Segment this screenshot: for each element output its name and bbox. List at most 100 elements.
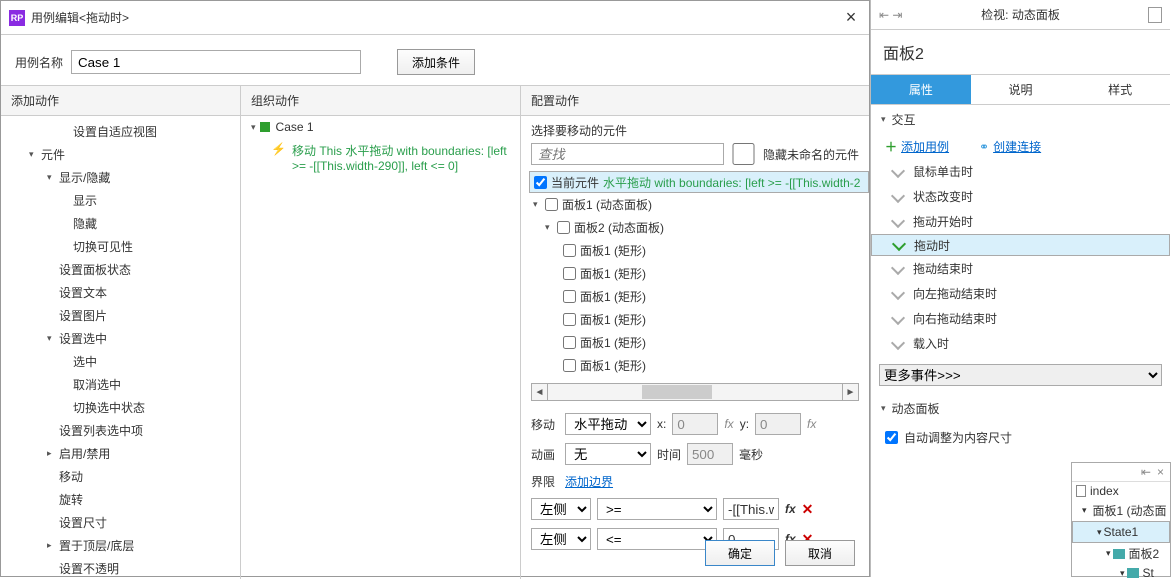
action-tree-item[interactable]: 设置不透明: [1, 557, 240, 579]
doc-icon[interactable]: [1148, 7, 1162, 23]
event-row[interactable]: 向右拖动结束时: [871, 306, 1170, 331]
ok-button[interactable]: 确定: [705, 540, 775, 566]
action-tree-item[interactable]: 设置列表选中项: [1, 419, 240, 442]
widget-rect[interactable]: 面板1 (矩形): [529, 308, 869, 331]
action-tree-item[interactable]: ▾显示/隐藏: [1, 166, 240, 189]
action-row[interactable]: ⚡ 移动 This 水平拖动 with boundaries: [left >=…: [241, 138, 520, 177]
fx-y[interactable]: fx: [807, 417, 816, 431]
interactions-section[interactable]: ▾ 交互: [871, 105, 1170, 134]
autofit-checkbox[interactable]: [885, 431, 898, 444]
fx-x[interactable]: fx: [724, 417, 733, 431]
event-row[interactable]: 鼠标单击时: [871, 159, 1170, 184]
widget-checkbox[interactable]: [563, 267, 576, 280]
event-row[interactable]: 拖动开始时: [871, 209, 1170, 234]
event-row[interactable]: 载入时: [871, 331, 1170, 356]
nav-arrows-icon[interactable]: ⇤ ⇥: [879, 8, 902, 22]
tab-style[interactable]: 样式: [1070, 75, 1170, 104]
widget-checkbox[interactable]: [563, 313, 576, 326]
action-tree-item[interactable]: 取消选中: [1, 373, 240, 396]
outline-index[interactable]: index: [1072, 482, 1170, 500]
bound-op-2[interactable]: <=: [597, 528, 717, 550]
scroll-left-icon[interactable]: ◄: [532, 384, 548, 400]
hide-unnamed-checkbox[interactable]: [732, 143, 755, 165]
action-tree-item[interactable]: 显示: [1, 189, 240, 212]
add-boundary-link[interactable]: 添加边界: [565, 473, 613, 490]
delete-bound-1[interactable]: ✕: [802, 501, 814, 518]
action-tree-item[interactable]: ▾设置选中: [1, 327, 240, 350]
event-flag-icon: [893, 166, 905, 178]
action-tree-item[interactable]: 设置自适应视图: [1, 120, 240, 143]
move-type-select[interactable]: 水平拖动: [565, 413, 651, 435]
action-tree[interactable]: 设置自适应视图▾元件▾显示/隐藏显示隐藏切换可见性设置面板状态设置文本设置图片▾…: [1, 116, 240, 579]
widget-rect[interactable]: 面板1 (矩形): [529, 331, 869, 354]
add-case-link[interactable]: ＋添加用例: [885, 138, 949, 155]
action-tree-item[interactable]: 移动: [1, 465, 240, 488]
action-tree-item[interactable]: 隐藏: [1, 212, 240, 235]
outline-collapse-icon[interactable]: ⇤: [1141, 465, 1151, 479]
event-row[interactable]: 向左拖动结束时: [871, 281, 1170, 306]
bound-side-1[interactable]: 左侧: [531, 498, 591, 520]
widget-current[interactable]: 当前元件 水平拖动 with boundaries: [left >= -[[T…: [529, 171, 869, 193]
bound-op-1[interactable]: >=: [597, 498, 717, 520]
outline-panel2[interactable]: ▾面板2: [1072, 543, 1170, 564]
anim-select[interactable]: 无: [565, 443, 651, 465]
event-row[interactable]: 拖动时: [871, 234, 1170, 256]
widget-rect[interactable]: 面板1 (矩形): [529, 285, 869, 308]
tab-properties[interactable]: 属性: [871, 75, 971, 104]
action-tree-item[interactable]: 设置尺寸: [1, 511, 240, 534]
inspector-title: ⇤ ⇥ 检视: 动态面板: [871, 0, 1170, 30]
dialog-title-text: 用例编辑<拖动时>: [31, 9, 841, 26]
create-link[interactable]: ⚭创建连接: [979, 138, 1041, 155]
scroll-thumb[interactable]: [642, 385, 712, 399]
widget-checkbox[interactable]: [557, 221, 570, 234]
inspector-title-text: 检视: 动态面板: [981, 6, 1060, 23]
time-input[interactable]: [687, 443, 733, 465]
widget-checkbox[interactable]: [563, 244, 576, 257]
action-tree-item[interactable]: 设置文本: [1, 281, 240, 304]
page-icon: [1076, 485, 1086, 497]
widget-checkbox[interactable]: [534, 176, 547, 189]
widget-rect[interactable]: 面板1 (矩形): [529, 262, 869, 285]
fx-1[interactable]: fx: [785, 502, 796, 516]
event-flag-icon: [893, 191, 905, 203]
widget-rect[interactable]: 面板1 (矩形): [529, 354, 869, 377]
close-icon[interactable]: ×: [841, 7, 861, 28]
bound-val-1[interactable]: [723, 498, 779, 520]
widget-checkbox[interactable]: [563, 290, 576, 303]
outline-state1[interactable]: ▾State1: [1072, 521, 1170, 543]
widget-panel2[interactable]: ▾ 面板2 (动态面板): [529, 216, 869, 239]
outline-close-icon[interactable]: ×: [1157, 465, 1164, 479]
more-events-select[interactable]: 更多事件>>>: [879, 364, 1162, 386]
action-tree-item[interactable]: 切换选中状态: [1, 396, 240, 419]
x-input[interactable]: [672, 413, 718, 435]
action-tree-item[interactable]: 选中: [1, 350, 240, 373]
tab-notes[interactable]: 说明: [971, 75, 1071, 104]
event-row[interactable]: 拖动结束时: [871, 256, 1170, 281]
add-condition-button[interactable]: 添加条件: [397, 49, 475, 75]
widget-checkbox[interactable]: [563, 359, 576, 372]
action-tree-item[interactable]: ▾元件: [1, 143, 240, 166]
search-input[interactable]: [531, 143, 724, 165]
case-name-input[interactable]: [71, 50, 361, 74]
action-tree-item[interactable]: 设置图片: [1, 304, 240, 327]
widget-checkbox[interactable]: [545, 198, 558, 211]
cancel-button[interactable]: 取消: [785, 540, 855, 566]
y-input[interactable]: [755, 413, 801, 435]
case-row[interactable]: ▾ Case 1: [241, 116, 520, 138]
horizontal-scrollbar[interactable]: ◄ ►: [531, 383, 859, 401]
action-tree-item[interactable]: 旋转: [1, 488, 240, 511]
widget-rect[interactable]: 面板1 (矩形): [529, 239, 869, 262]
event-row[interactable]: 状态改变时: [871, 184, 1170, 209]
action-tree-item[interactable]: 设置面板状态: [1, 258, 240, 281]
widget-checkbox[interactable]: [563, 336, 576, 349]
widget-panel1[interactable]: ▾ 面板1 (动态面板): [529, 193, 869, 216]
action-tree-item[interactable]: ▸启用/禁用: [1, 442, 240, 465]
action-tree-item[interactable]: 切换可见性: [1, 235, 240, 258]
bound-side-2[interactable]: 左侧: [531, 528, 591, 550]
bound-label: 界限: [531, 473, 559, 490]
dynpanel-section[interactable]: ▾ 动态面板: [871, 394, 1170, 423]
outline-panel1[interactable]: ▾面板1 (动态面: [1072, 500, 1170, 521]
scroll-right-icon[interactable]: ►: [842, 384, 858, 400]
outline-st[interactable]: ▾St: [1072, 564, 1170, 582]
action-tree-item[interactable]: ▸置于顶层/底层: [1, 534, 240, 557]
